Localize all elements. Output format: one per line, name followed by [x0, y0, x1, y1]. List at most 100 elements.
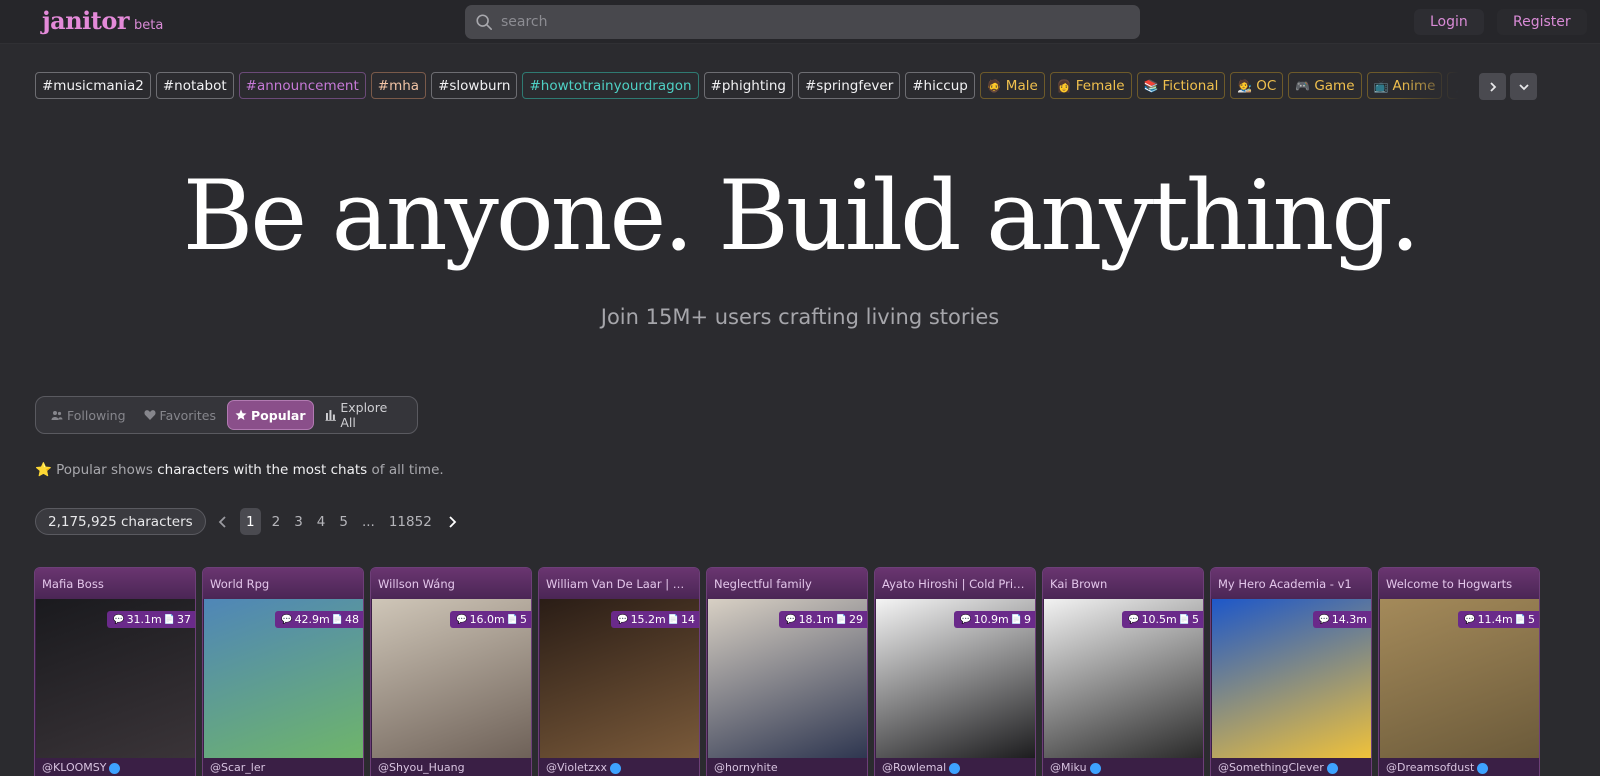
card-title: William Van De Laar | Dumped yo [539, 568, 699, 599]
document-icon: 📄 [1010, 614, 1022, 625]
tag-chip[interactable]: #phighting [703, 72, 793, 99]
chat-icon: 💬 [960, 614, 972, 625]
character-card[interactable]: Kai Brown 💬 10.5m 📄 5 @Miku [1042, 567, 1204, 776]
tag-chip[interactable]: 🎮 Game [1288, 72, 1362, 99]
tab-popular-label: Popular [251, 407, 306, 423]
register-button[interactable]: Register [1497, 9, 1587, 35]
tag-chip[interactable]: 👩 Female [1049, 72, 1132, 99]
character-card[interactable]: Neglectful family 💬 18.1m 📄 29 @hornyhite [706, 567, 868, 776]
card-author[interactable]: @Rowlemal [882, 761, 961, 774]
search-bar[interactable] [465, 5, 1140, 39]
tags-next-button[interactable] [1479, 73, 1506, 100]
tab-popular[interactable]: Popular [227, 400, 314, 430]
tag-label: Male [1005, 77, 1038, 94]
character-card[interactable]: My Hero Academia - v1 💬 14.3m @SomethingCle… [1210, 567, 1372, 776]
card-token-count: 29 [849, 613, 863, 626]
tab-explore-all[interactable]: Explore All [318, 400, 414, 430]
card-chat-count: 42.9m [294, 613, 330, 626]
tag-chip[interactable]: 🧑‍🎨 OC [1230, 72, 1284, 99]
filter-tabs: Following Favorites Popular Explore All [35, 396, 418, 434]
card-author[interactable]: @Violetzxx [546, 761, 621, 774]
character-card[interactable]: Ayato Hiroshi | Cold Prince 💬 10.9m 📄 9 @Rowl… [874, 567, 1036, 776]
character-card[interactable]: Mafia Boss 💬 31.1m 📄 37 @KLOOMSY [34, 567, 196, 776]
tag-chip[interactable]: 🧔 Male [979, 72, 1045, 99]
page-last-button[interactable]: 11852 [389, 508, 432, 535]
tag-chip[interactable]: #musicmania2 [35, 72, 151, 99]
card-stats-badge: 💬 31.1m 📄 37 [107, 611, 195, 628]
chevron-right-icon [1489, 81, 1496, 92]
tag-chip[interactable]: #announcement [238, 72, 366, 99]
card-author[interactable]: @Shyou_Huang [378, 761, 465, 774]
card-chat-count: 15.2m [630, 613, 666, 626]
tab-favorites-label: Favorites [159, 407, 217, 423]
description-strong: characters with the most chats [157, 462, 368, 478]
login-button[interactable]: Login [1414, 9, 1484, 35]
verified-icon [109, 762, 121, 774]
card-author[interactable]: @Scar_ler [210, 761, 265, 774]
card-chat-count: 18.1m [798, 613, 834, 626]
pagination: 1 2 3 4 5 ... 11852 [210, 508, 465, 535]
card-author[interactable]: @Miku [1050, 761, 1101, 774]
character-card[interactable]: Welcome to Hogwarts 💬 11.4m 📄 5 @Dreamsofdust [1378, 567, 1540, 776]
card-token-count: 48 [345, 613, 359, 626]
page-1-button[interactable]: 1 [240, 508, 261, 535]
card-title: Ayato Hiroshi | Cold Prince [875, 568, 1035, 599]
card-author-name: @Shyou_Huang [378, 761, 465, 774]
verified-icon [949, 762, 961, 774]
tab-favorites[interactable]: Favorites [137, 400, 223, 430]
tag-chip[interactable]: #springfever [798, 72, 901, 99]
card-stats-badge: 💬 10.9m 📄 9 [954, 611, 1035, 628]
card-stats-badge: 💬 18.1m 📄 29 [779, 611, 867, 628]
page-4-button[interactable]: 4 [317, 508, 326, 535]
tab-following[interactable]: Following [44, 400, 133, 430]
chat-icon: 💬 [785, 614, 797, 625]
character-card[interactable]: World Rpg 💬 42.9m 📄 48 @Scar_ler [202, 567, 364, 776]
description-prefix: Popular shows [56, 462, 153, 478]
card-author-name: @hornyhite [714, 761, 778, 774]
chat-icon: 💬 [1128, 614, 1140, 625]
tag-bar: #musicmania2 #notabot #announcement #mha #sl… [35, 72, 1465, 100]
tag-chip[interactable]: #mha [370, 72, 427, 99]
document-icon: 📄 [163, 614, 175, 625]
tag-emoji-icon: 👩 [1056, 78, 1072, 93]
tag-chip[interactable]: #hiccup [905, 72, 975, 99]
logo-text: janitor [42, 6, 130, 35]
page-3-button[interactable]: 3 [294, 508, 303, 535]
tag-chip[interactable]: #howtotrainyourdragon [522, 72, 699, 99]
tag-chip[interactable]: #notabot [155, 72, 234, 99]
card-token-count: 37 [177, 613, 191, 626]
card-author[interactable]: @SomethingClever [1218, 761, 1338, 774]
tags-expand-button[interactable] [1510, 73, 1537, 100]
chat-icon: 💬 [281, 614, 293, 625]
tag-label: #slowburn [438, 77, 511, 94]
character-card[interactable]: William Van De Laar | Dumped yo 💬15.2m📄14… [538, 567, 700, 776]
bar-chart-icon [324, 410, 336, 421]
chevron-left-icon[interactable] [215, 514, 231, 530]
tag-label: #phighting [710, 77, 786, 94]
chevron-right-icon[interactable] [444, 514, 460, 530]
logo[interactable]: janitor beta [42, 6, 163, 35]
page-5-button[interactable]: 5 [339, 508, 348, 535]
hero-subtitle: Join 15M+ users crafting living stories [600, 305, 1000, 329]
chat-icon: 💬 [456, 614, 468, 625]
card-token-count: 5 [520, 613, 527, 626]
card-author-name: @Dreamsofdust [1386, 761, 1475, 774]
card-author[interactable]: @hornyhite [714, 761, 778, 774]
search-input[interactable] [501, 14, 1101, 30]
card-token-count: 14 [681, 613, 695, 626]
tab-explore-label: Explore All [340, 400, 388, 430]
page-2-button[interactable]: 2 [272, 508, 281, 535]
tag-chip[interactable]: #slowburn [431, 72, 518, 99]
card-author[interactable]: @Dreamsofdust [1386, 761, 1489, 774]
card-stats-badge: 💬 10.5m 📄 5 [1122, 611, 1203, 628]
tag-label: #springfever [805, 77, 894, 94]
document-icon: 📄 [1514, 614, 1526, 625]
top-header: janitor beta Login Register [0, 0, 1600, 44]
tag-chip[interactable]: 📚 Fictional [1136, 72, 1226, 99]
character-card[interactable]: Willson Wáng 💬 16.0m 📄 5 @Shyou_Huang [370, 567, 532, 776]
card-author[interactable]: @KLOOMSY [42, 761, 121, 774]
card-author-name: @Rowlemal [882, 761, 947, 774]
beta-badge: beta [134, 18, 164, 33]
card-title: Mafia Boss [35, 568, 195, 599]
card-author-name: @SomethingClever [1218, 761, 1324, 774]
